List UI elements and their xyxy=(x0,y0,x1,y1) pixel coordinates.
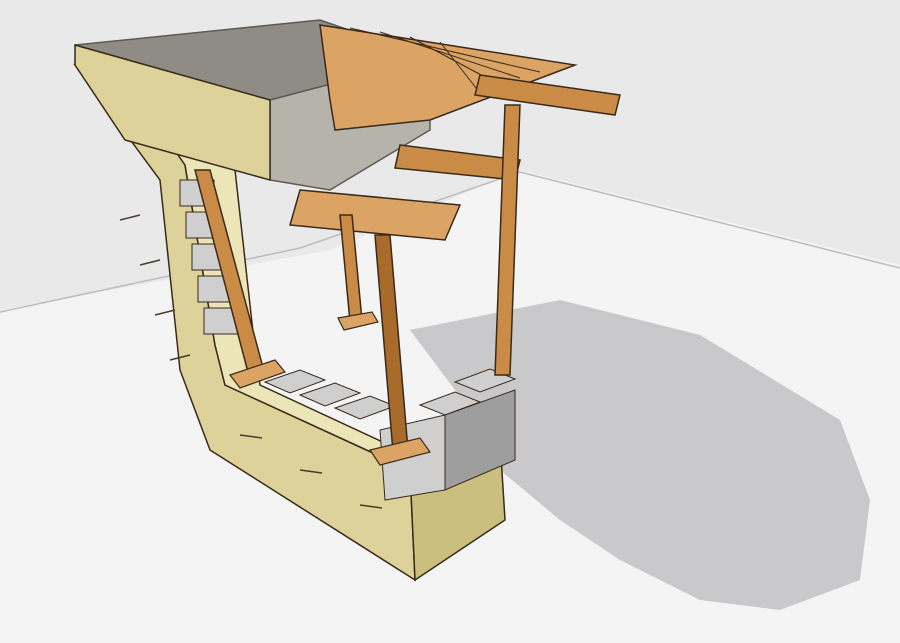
diagram-canvas xyxy=(0,0,900,643)
foundation-3d-diagram xyxy=(0,0,900,643)
